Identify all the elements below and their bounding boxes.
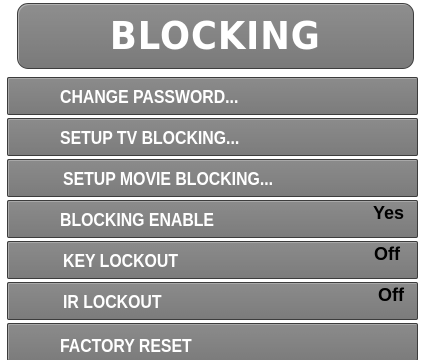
menu-item-label: FACTORY RESET [60, 336, 192, 356]
title-bar: BLOCKING [17, 3, 414, 69]
ir-lockout-value: Off [378, 285, 404, 305]
page-title: BLOCKING [110, 14, 321, 58]
menu-item-label: SETUP TV BLOCKING... [60, 128, 240, 148]
menu-item-ir-lockout[interactable]: IR LOCKOUT Off [7, 282, 418, 320]
menu-item-label: SETUP MOVIE BLOCKING... [63, 169, 274, 189]
blocking-enable-value: Yes [372, 203, 404, 223]
menu-item-factory-reset[interactable]: FACTORY RESET [7, 323, 418, 360]
menu-item-label: IR LOCKOUT [63, 292, 162, 312]
menu-item-label: CHANGE PASSWORD... [60, 87, 239, 107]
blocking-menu: CHANGE PASSWORD... SETUP TV BLOCKING... … [7, 77, 418, 360]
menu-item-change-password[interactable]: CHANGE PASSWORD... [7, 77, 418, 115]
menu-item-label: BLOCKING ENABLE [60, 210, 214, 230]
menu-item-key-lockout[interactable]: KEY LOCKOUT Off [7, 241, 418, 279]
menu-item-setup-tv-blocking[interactable]: SETUP TV BLOCKING... [7, 118, 418, 156]
menu-item-blocking-enable[interactable]: BLOCKING ENABLE Yes [7, 200, 418, 238]
blocking-menu-screen: BLOCKING CHANGE PASSWORD... SETUP TV BLO… [0, 0, 427, 360]
menu-item-label: KEY LOCKOUT [63, 251, 179, 271]
key-lockout-value: Off [374, 244, 400, 264]
menu-item-setup-movie-blocking[interactable]: SETUP MOVIE BLOCKING... [7, 159, 418, 197]
